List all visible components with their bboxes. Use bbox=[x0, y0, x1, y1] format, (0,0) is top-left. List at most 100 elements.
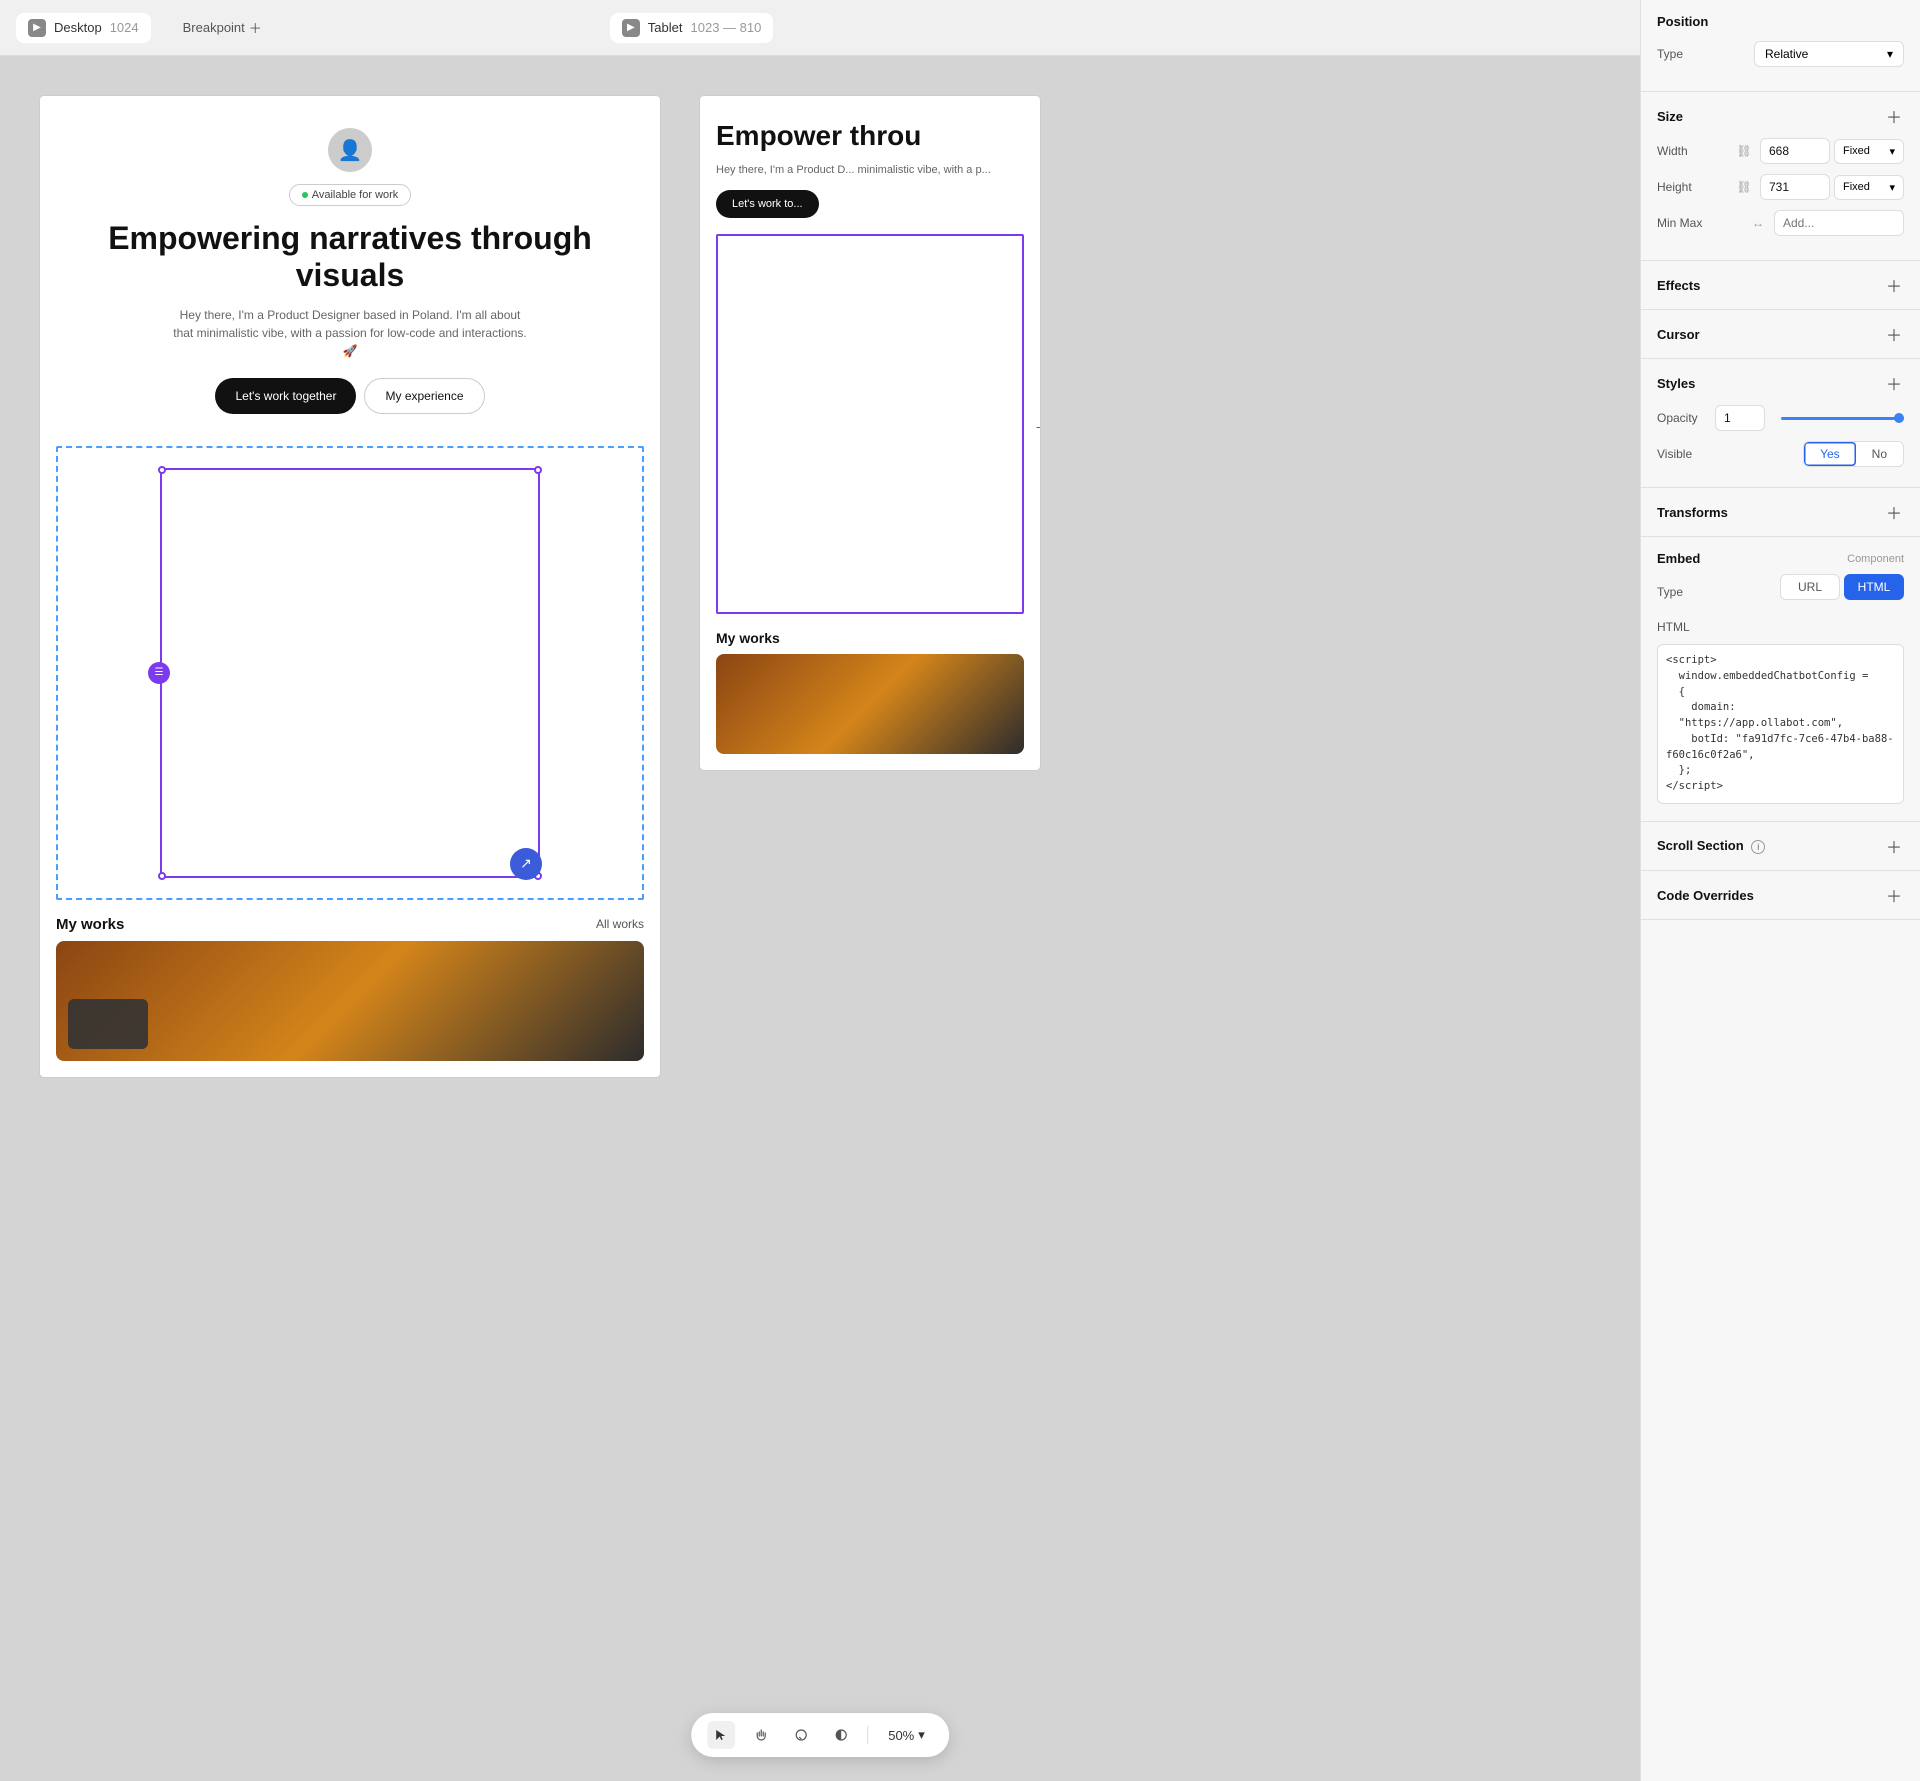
effects-add-button[interactable]: ＋ bbox=[1884, 275, 1904, 295]
position-type-value: Relative bbox=[1765, 47, 1808, 61]
width-mode-value: Fixed bbox=[1843, 145, 1870, 157]
breakpoint-button[interactable]: Breakpoint ＋ bbox=[183, 18, 262, 37]
url-button[interactable]: URL bbox=[1780, 574, 1840, 600]
styles-header: Styles ＋ bbox=[1657, 373, 1904, 393]
cta-buttons: Let's work together My experience bbox=[215, 378, 484, 414]
position-type-dropdown[interactable]: Relative ▾ bbox=[1754, 41, 1904, 67]
embed-header: Embed Component bbox=[1657, 551, 1904, 566]
size-title: Size bbox=[1657, 109, 1683, 124]
cursor-add-button[interactable]: ＋ bbox=[1884, 324, 1904, 344]
handle-topright[interactable] bbox=[534, 466, 542, 474]
outer-selection[interactable]: ☰ ↗ bbox=[56, 446, 644, 900]
height-label: Height bbox=[1657, 180, 1707, 194]
scroll-add-button[interactable]: ＋ bbox=[1884, 836, 1904, 856]
minmax-inputs: ↔ bbox=[1746, 210, 1904, 236]
desktop-play-icon[interactable]: ▶ bbox=[28, 19, 46, 37]
tablet-frame: Empower throu Hey there, I'm a Product D… bbox=[700, 96, 1040, 770]
fab-button[interactable]: ↗ bbox=[510, 848, 542, 880]
effects-header: Effects ＋ bbox=[1657, 275, 1904, 295]
visible-yes-button[interactable]: Yes bbox=[1804, 442, 1856, 466]
code-overrides-add-button[interactable]: ＋ bbox=[1884, 885, 1904, 905]
minmax-input[interactable] bbox=[1774, 210, 1904, 236]
height-chevron: ▾ bbox=[1889, 181, 1895, 194]
size-add-button[interactable]: ＋ bbox=[1884, 106, 1904, 126]
avatar: 👤 bbox=[328, 128, 372, 172]
comment-tool[interactable] bbox=[787, 1721, 815, 1749]
all-works-link[interactable]: All works bbox=[596, 917, 644, 931]
my-experience-button[interactable]: My experience bbox=[364, 378, 484, 414]
tablet-play-icon[interactable]: ▶ bbox=[622, 19, 640, 37]
width-chevron: ▾ bbox=[1889, 145, 1895, 158]
handle-topleft[interactable] bbox=[158, 466, 166, 474]
available-badge: Available for work bbox=[289, 184, 412, 206]
mid-handle-left[interactable]: ☰ bbox=[148, 662, 170, 684]
position-type-label: Type bbox=[1657, 47, 1707, 61]
height-mode-dropdown[interactable]: Fixed ▾ bbox=[1834, 175, 1904, 200]
canvas-area: ▶ Desktop 1024 Breakpoint ＋ ▶ Tablet 102… bbox=[0, 0, 1640, 1781]
embed-section: Embed Component Type URL HTML HTML <scri… bbox=[1641, 537, 1920, 822]
visible-row: Visible Yes No bbox=[1657, 441, 1904, 467]
styles-add-button[interactable]: ＋ bbox=[1884, 373, 1904, 393]
position-type-row: Type Relative ▾ bbox=[1657, 41, 1904, 67]
top-bar: ▶ Desktop 1024 Breakpoint ＋ ▶ Tablet 102… bbox=[0, 0, 1640, 56]
available-dot bbox=[302, 192, 308, 198]
tablet-content: Empower throu Hey there, I'm a Product D… bbox=[700, 96, 1040, 770]
visible-no-button[interactable]: No bbox=[1856, 442, 1903, 466]
transforms-title: Transforms bbox=[1657, 505, 1728, 520]
cursor-header: Cursor ＋ bbox=[1657, 324, 1904, 344]
available-text: Available for work bbox=[312, 189, 399, 201]
toolbar-divider bbox=[867, 1726, 868, 1744]
select-tool[interactable] bbox=[707, 1721, 735, 1749]
lets-work-button[interactable]: Let's work together bbox=[215, 378, 356, 414]
width-label: Width bbox=[1657, 144, 1707, 158]
work-thumbnail bbox=[56, 941, 644, 1061]
html-textarea[interactable]: <script> window.embeddedChatbotConfig = … bbox=[1657, 644, 1904, 804]
my-works-label: My works bbox=[56, 916, 124, 933]
handle-bottomleft[interactable] bbox=[158, 872, 166, 880]
size-section: Size ＋ Width ⛓ Fixed ▾ Height ⛓ Fixed bbox=[1641, 92, 1920, 261]
size-header: Size ＋ bbox=[1657, 106, 1904, 126]
tablet-viewport[interactable]: ▶ Tablet 1023 — 810 bbox=[610, 13, 774, 43]
code-overrides-title: Code Overrides bbox=[1657, 888, 1754, 903]
portfolio-desc: Hey there, I'm a Product Designer based … bbox=[170, 306, 530, 360]
width-mode-dropdown[interactable]: Fixed ▾ bbox=[1834, 139, 1904, 164]
desktop-viewport[interactable]: ▶ Desktop 1024 bbox=[16, 13, 151, 43]
effects-title: Effects bbox=[1657, 278, 1700, 293]
tablet-desc: Hey there, I'm a Product D... minimalist… bbox=[716, 164, 1024, 176]
tablet-label: Tablet bbox=[648, 20, 683, 35]
width-input[interactable] bbox=[1760, 138, 1830, 164]
darkmode-tool[interactable] bbox=[827, 1721, 855, 1749]
hand-tool[interactable] bbox=[747, 1721, 775, 1749]
opacity-label: Opacity bbox=[1657, 411, 1707, 425]
opacity-input[interactable] bbox=[1715, 405, 1765, 431]
scroll-info-icon: i bbox=[1751, 840, 1765, 854]
desktop-size: 1024 bbox=[110, 20, 139, 35]
opacity-slider-thumb[interactable] bbox=[1894, 413, 1904, 423]
transforms-add-button[interactable]: ＋ bbox=[1884, 502, 1904, 522]
height-input[interactable] bbox=[1760, 174, 1830, 200]
height-link-icon: ⛓ bbox=[1732, 175, 1756, 199]
tablet-frame-wrapper: Empower throu Hey there, I'm a Product D… bbox=[700, 96, 1040, 770]
inner-selected-element[interactable]: ☰ ↗ bbox=[160, 468, 540, 878]
scroll-title: Scroll Section i bbox=[1657, 838, 1765, 854]
zoom-button[interactable]: 50% ▾ bbox=[880, 1723, 933, 1747]
my-works-section: My works All works bbox=[40, 900, 660, 941]
embed-title: Embed bbox=[1657, 551, 1700, 566]
tablet-btn[interactable]: Let's work to... bbox=[716, 190, 819, 218]
tablet-works-label: My works bbox=[716, 630, 1024, 646]
portfolio-header: 👤 Available for work Empowering narrativ… bbox=[40, 96, 660, 446]
zoom-value: 50% bbox=[888, 1728, 914, 1743]
embed-type-label: Type bbox=[1657, 585, 1707, 599]
styles-title: Styles bbox=[1657, 376, 1695, 391]
cursor-title: Cursor bbox=[1657, 327, 1700, 342]
embed-type-row: Type URL HTML bbox=[1657, 574, 1904, 610]
bottom-toolbar: 50% ▾ bbox=[691, 1713, 949, 1757]
html-button[interactable]: HTML bbox=[1844, 574, 1904, 600]
opacity-slider[interactable] bbox=[1781, 417, 1904, 420]
html-field-row: HTML bbox=[1657, 620, 1904, 634]
transforms-section: Transforms ＋ bbox=[1641, 488, 1920, 537]
tablet-selected-box[interactable]: → bbox=[716, 234, 1024, 614]
effects-section: Effects ＋ bbox=[1641, 261, 1920, 310]
component-label: Component bbox=[1847, 553, 1904, 565]
laptop-thumbnail bbox=[68, 999, 148, 1049]
